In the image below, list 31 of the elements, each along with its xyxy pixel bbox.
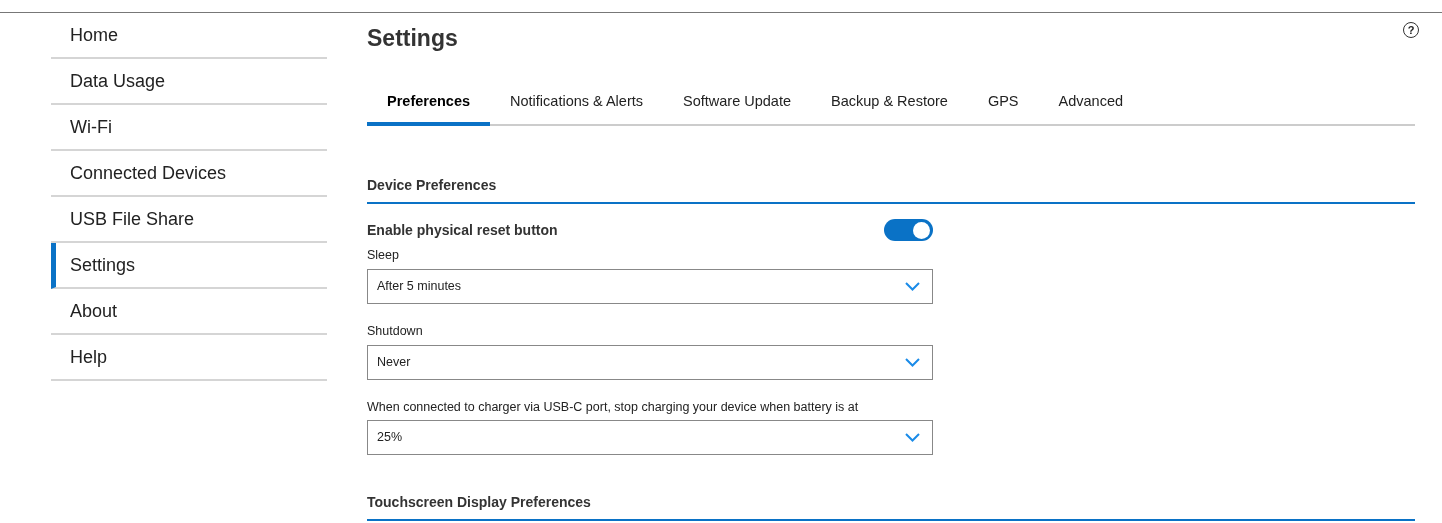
dropdown[interactable]: Never	[367, 344, 933, 380]
chevron-down-icon	[905, 433, 920, 443]
section-heading: Touchscreen Display Preferences	[367, 491, 1415, 522]
dropdown-value: After 5 minutes	[377, 277, 462, 295]
field-label: When connected to charger via USB-C port, stop charging your device when battery is at	[367, 398, 859, 416]
field-label: Shutdown	[367, 322, 423, 340]
sidebar-item[interactable]: Data Usage	[51, 59, 327, 105]
dropdown-value: Never	[377, 353, 411, 371]
chevron-down-icon	[905, 357, 920, 367]
sidebar-item[interactable]: Help	[51, 335, 327, 381]
toggle-switch[interactable]	[884, 219, 933, 241]
tab[interactable]: Backup & Restore	[811, 82, 968, 126]
sidebar-item[interactable]: USB File Share	[51, 197, 327, 243]
sidebar-item[interactable]: Wi-Fi	[51, 105, 327, 151]
dropdown[interactable]: 25%	[367, 420, 933, 456]
tab[interactable]: Advanced	[1038, 82, 1144, 126]
sidebar-item[interactable]: Settings	[51, 243, 327, 289]
sidebar-item[interactable]: Connected Devices	[51, 151, 327, 197]
tab[interactable]: Software Update	[663, 82, 812, 126]
sidebar-item[interactable]: About	[51, 289, 327, 335]
sidebar-item[interactable]: Home	[51, 13, 327, 59]
tab[interactable]: GPS	[967, 82, 1039, 126]
toggle-label: Enable physical reset button	[367, 220, 558, 240]
section-heading: Device Preferences	[367, 174, 1415, 204]
dropdown-value: 25%	[377, 429, 403, 447]
dropdown[interactable]: After 5 minutes	[367, 268, 933, 304]
tab[interactable]: Notifications & Alerts	[490, 82, 663, 126]
chevron-down-icon	[905, 281, 920, 291]
tab[interactable]: Preferences	[367, 82, 491, 126]
page-title: Settings	[367, 24, 458, 53]
field-label: Sleep	[367, 247, 399, 264]
